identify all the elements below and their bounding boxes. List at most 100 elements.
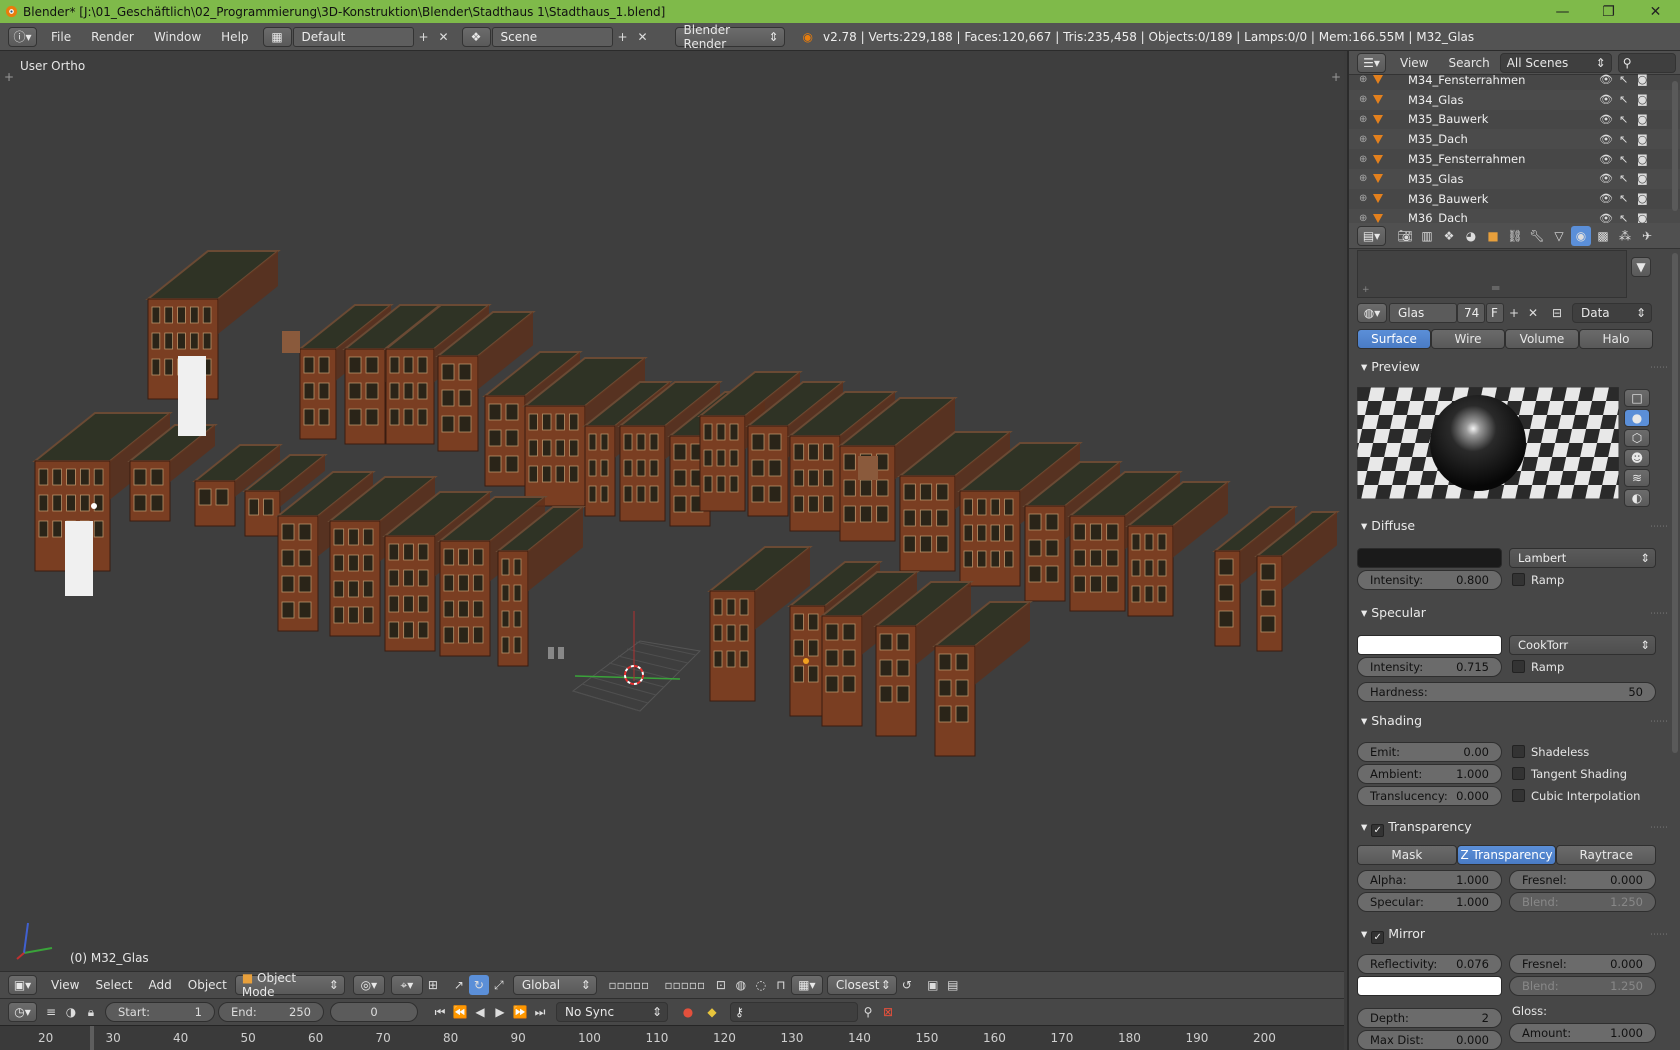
fake-user-button[interactable]: F [1486,303,1504,323]
add-scene-icon[interactable]: + [613,27,633,47]
outliner-row[interactable]: ⊕ M35_Glas 👁︎ ↖ ◙ [1349,168,1680,189]
mirror-panel-header[interactable]: ▾ ✓ Mirror [1361,926,1425,944]
diffuse-color-swatch[interactable] [1357,548,1502,568]
render-engine-dropdown[interactable]: Blender Render ⇕ [674,23,785,51]
pivot-point-icon[interactable]: ⌖▾ [390,975,423,995]
menu-render[interactable]: Render [91,30,134,44]
preview-flat-icon[interactable]: □ [1624,389,1650,407]
outliner-row-name[interactable]: M35_Bauwerk [1408,112,1488,126]
material-tab-surface[interactable]: Surface [1357,329,1431,349]
specular-shader-dropdown[interactable]: CookTorr ⇕ [1509,635,1656,655]
jump-prev-keyframe-icon[interactable]: ⏪ [450,1002,470,1022]
physics-tab-icon[interactable]: ✈ [1637,226,1657,246]
material-tab-icon[interactable]: ◉ [1571,226,1591,246]
orientation-dropdown[interactable]: Global ⇕ [512,975,597,995]
expand-icon[interactable]: ⊕ [1359,173,1367,184]
menu-help[interactable]: Help [221,30,248,44]
renderable-camera-icon[interactable]: ◙ [1637,212,1648,223]
selectable-cursor-icon[interactable]: ↖ [1619,93,1628,106]
ambient-field[interactable]: Ambient: 1.000 [1357,764,1502,784]
constraints-tab-icon[interactable]: ⛓ [1505,226,1525,246]
selectable-cursor-icon[interactable]: ↖ [1619,113,1628,126]
drag-handle-icon[interactable]: ⋯⋯ [1650,717,1668,727]
transparency-fresnel-field[interactable]: Fresnel: 0.000 [1509,870,1656,890]
snap-element-icon[interactable]: ▦▾ [790,975,823,995]
selectable-cursor-icon[interactable]: ↖ [1619,192,1628,205]
add-layout-icon[interactable]: + [414,27,434,47]
screen-layout-icon[interactable]: ▦ [262,26,292,47]
transparency-panel-header[interactable]: ▾ ✓ Transparency [1361,819,1472,837]
current-frame-field[interactable]: 0 [330,1002,418,1022]
specular-panel-header[interactable]: ▾ Specular [1361,605,1426,620]
outliner-row-name[interactable]: M36_Dach [1408,211,1468,223]
insert-keyframe-icon[interactable]: ⚲ [858,1002,878,1022]
translate-icon[interactable]: ↗ [449,975,469,995]
drag-handle-icon[interactable]: ⋯⋯ [1650,609,1668,619]
selectable-cursor-icon[interactable]: ↖ [1619,153,1628,166]
expand-icon[interactable]: ⊕ [1359,114,1367,125]
visibility-eye-icon[interactable]: 👁︎ [1599,172,1613,185]
delete-keyframe-icon[interactable]: ⊠ [878,1002,898,1022]
jump-end-icon[interactable]: ⏭ [530,1002,550,1022]
renderable-camera-icon[interactable]: ◙ [1637,153,1648,166]
object-tab-icon[interactable]: ■ [1483,226,1503,246]
proportional-edit-icon[interactable]: ◌ [751,975,771,995]
expand-icon[interactable]: ⊕ [1359,74,1367,85]
material-tab-halo[interactable]: Halo [1579,329,1653,349]
outliner-menu-search[interactable]: Search [1448,56,1489,70]
material-users-count[interactable]: 74 [1457,303,1485,323]
render-layers-tab-icon[interactable]: ▥ [1417,226,1437,246]
visibility-eye-icon[interactable]: 👁︎ [1599,153,1613,166]
diffuse-ramp-checkbox[interactable] [1512,573,1525,586]
outliner-row-name[interactable]: M36_Bauwerk [1408,192,1488,206]
transparency-mode-z-transparency[interactable]: Z Transparency [1456,845,1557,865]
data-tab-icon[interactable]: ▽ [1549,226,1569,246]
render-animation-icon[interactable]: ▤ [943,975,963,995]
menu-file[interactable]: File [51,30,71,44]
timeline-scroll-handle[interactable] [90,1026,94,1050]
record-icon[interactable]: ● [678,1002,698,1022]
menu-hamburger-icon[interactable]: ≡ [41,1002,61,1022]
jump-start-icon[interactable]: ⏮ [430,1002,450,1022]
editor-type-3d-icon[interactable]: ▣▾ [8,975,37,995]
play-reverse-icon[interactable]: ◀ [470,1002,490,1022]
depth-field[interactable]: Depth: 2 [1357,1008,1502,1028]
link-dropdown[interactable]: Data ⇕ [1572,303,1652,323]
render-tab-icon[interactable]: 📷︎ [1395,226,1415,246]
close-button[interactable]: ✕ [1633,0,1678,23]
reflectivity-field[interactable]: Reflectivity: 0.076 [1357,954,1502,974]
outliner-row-name[interactable]: M35_Glas [1408,172,1463,186]
drag-handle-icon[interactable]: ⋯⋯ [1650,363,1668,373]
keying-set-field[interactable]: ⚷ [730,1002,858,1022]
expand-icon[interactable]: ⊕ [1359,94,1367,105]
outliner-row[interactable]: ⊕ M34_Glas 👁︎ ↖ ◙ [1349,89,1680,110]
layers-icon[interactable]: ▫▫▫▫▫ [603,975,655,995]
transparency-specular-field[interactable]: Specular: 1.000 [1357,892,1502,912]
hardness-field[interactable]: Hardness: 50 [1357,682,1656,702]
renderable-camera-icon[interactable]: ◙ [1637,73,1648,86]
material-tab-wire[interactable]: Wire [1431,329,1505,349]
tangent-shading-checkbox[interactable] [1512,767,1525,780]
preview-cube-icon[interactable]: ⬡ [1624,429,1650,447]
3d-viewport[interactable]: + + User Ortho (0) M32_Glas [0,51,1344,971]
node-toggle-icon[interactable]: ⊟ [1547,303,1567,323]
lock-icon[interactable]: 🔒︎ [81,1002,101,1022]
emit-field[interactable]: Emit: 0.00 [1357,742,1502,762]
outliner-row[interactable]: ⊕ M35_Fensterrahmen 👁︎ ↖ ◙ [1349,149,1680,169]
outliner-row[interactable]: ⊕ M35_Dach 👁︎ ↖ ◙ [1349,129,1680,150]
material-slots-list[interactable]: ═ + [1357,250,1627,298]
snap-target-dropdown[interactable]: Closest ⇕ [826,975,897,995]
renderable-camera-icon[interactable]: ◙ [1637,172,1648,185]
alpha-field[interactable]: Alpha: 1.000 [1357,870,1502,890]
new-material-icon[interactable]: + [1504,303,1524,323]
rotate-icon[interactable]: ↻ [468,975,489,995]
transparency-mode-raytrace[interactable]: Raytrace [1556,845,1657,865]
drag-handle-icon[interactable]: ⋯⋯ [1650,930,1668,940]
selectable-cursor-icon[interactable]: ↖ [1619,172,1628,185]
diffuse-intensity-field[interactable]: Intensity: 0.800 [1357,570,1502,590]
translucency-field[interactable]: Translucency: 0.000 [1357,786,1502,806]
drag-handle-icon[interactable]: ⋯⋯ [1650,522,1668,532]
remove-layout-icon[interactable]: ✕ [434,27,454,47]
render-image-icon[interactable]: ▣ [923,975,943,995]
preview-sky-icon[interactable]: ◐ [1624,489,1650,507]
